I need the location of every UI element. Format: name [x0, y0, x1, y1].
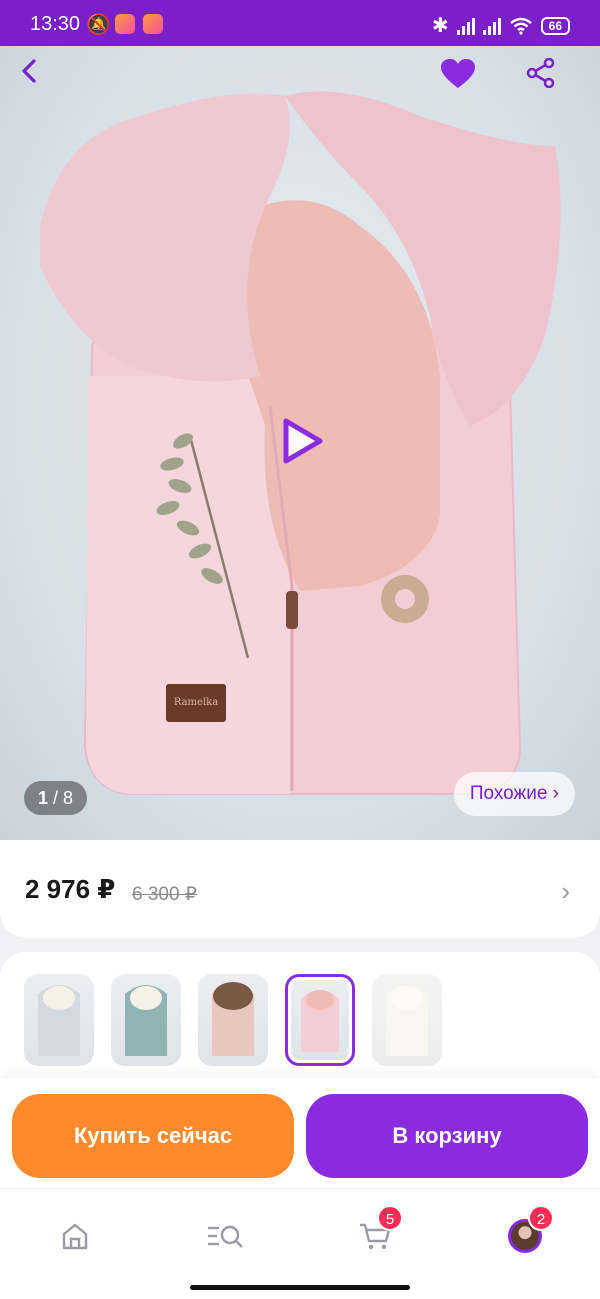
variant-thumbnail[interactable] — [111, 974, 181, 1066]
action-bar: Купить сейчас В корзину — [0, 1078, 600, 1188]
home-indicator — [190, 1285, 410, 1290]
play-icon — [283, 418, 323, 464]
bell-off-icon: 🔕 — [86, 14, 111, 36]
variant-thumbnail-selected[interactable] — [285, 974, 355, 1066]
product-image-gallery[interactable]: Ramelka 1 / 8 Похожие › — [0, 46, 600, 840]
cart-count-badge: 5 — [377, 1205, 403, 1231]
variant-thumbnails — [0, 952, 600, 1082]
tab-profile[interactable]: 2 — [500, 1205, 554, 1261]
app-notification-icon — [143, 14, 163, 34]
price-section[interactable]: 2 976 ₽ 6 300 ₽ › — [0, 840, 600, 938]
similar-products-button[interactable]: Похожие › — [453, 772, 575, 816]
catalog-search-icon — [208, 1225, 243, 1248]
image-counter: 1 / 8 — [24, 781, 88, 815]
battery-icon: 66 — [540, 16, 570, 35]
status-bar: 13:30 🔕 ✱ 66 — [0, 0, 600, 46]
product-label-brand: Ramelka — [173, 697, 219, 708]
back-button[interactable] — [17, 58, 67, 108]
variant-thumbnail[interactable] — [24, 974, 94, 1066]
old-price: 6 300 ₽ — [132, 884, 197, 905]
share-button[interactable] — [526, 58, 576, 108]
buy-now-button[interactable]: Купить сейчас — [12, 1094, 294, 1178]
chevron-right-icon: › — [561, 876, 570, 906]
variant-thumbnail[interactable] — [198, 974, 268, 1066]
image-counter-total: / 8 — [53, 788, 74, 808]
back-arrow-icon — [22, 59, 36, 83]
home-icon — [62, 1223, 88, 1250]
image-counter-current: 1 — [38, 788, 49, 808]
status-time: 13:30 — [30, 13, 81, 35]
tab-cart[interactable]: 5 — [350, 1205, 403, 1261]
heart-icon — [441, 59, 475, 88]
add-to-cart-button[interactable]: В корзину — [306, 1094, 588, 1178]
profile-notification-badge: 2 — [528, 1205, 554, 1231]
signal-icon — [482, 17, 501, 35]
tab-home[interactable] — [50, 1211, 100, 1261]
bluetooth-icon: ✱ — [431, 15, 449, 37]
app-notification-icon — [115, 14, 135, 34]
share-icon — [526, 58, 555, 88]
play-video-button[interactable] — [276, 416, 330, 470]
bottom-tab-bar: 5 2 — [0, 1188, 600, 1299]
favorite-button[interactable] — [440, 58, 490, 108]
status-right: ✱ 66 — [432, 13, 570, 38]
current-price: 2 976 ₽ — [25, 874, 116, 904]
wifi-icon — [509, 17, 532, 35]
tab-catalog[interactable] — [200, 1211, 250, 1261]
variant-thumbnail[interactable] — [372, 974, 442, 1066]
signal-icon — [456, 17, 475, 35]
